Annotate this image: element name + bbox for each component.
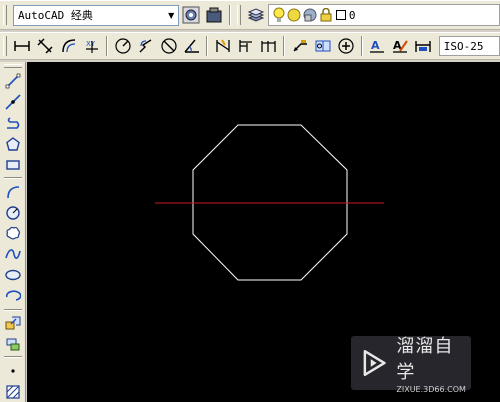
rectangle-icon[interactable] — [2, 155, 24, 174]
dimension-toolbar: XY A A ISO-25 — [0, 32, 500, 60]
center-mark-icon[interactable] — [336, 35, 357, 57]
polygon-icon[interactable] — [2, 135, 24, 154]
layer-color-icon[interactable] — [303, 8, 317, 22]
toolbar-separator — [106, 36, 109, 56]
ordinate-dim-icon[interactable]: XY — [81, 35, 102, 57]
spline-icon[interactable] — [2, 245, 24, 264]
workspace-settings-icon[interactable] — [180, 4, 201, 26]
draw-toolbar — [0, 62, 26, 402]
line-icon[interactable] — [2, 72, 24, 91]
quick-dim-icon[interactable] — [212, 35, 233, 57]
workspace-dropdown[interactable]: AutoCAD 经典 ▼ — [12, 4, 180, 26]
layer-name: 0 — [348, 8, 356, 22]
layer-on-icon[interactable] — [273, 7, 285, 23]
toolbar-separator — [3, 177, 22, 180]
toolbar-separator — [3, 356, 22, 359]
watermark: 溜溜自学 ZIXUE.3D66.COM — [351, 336, 471, 394]
ellipse-icon[interactable] — [2, 266, 24, 285]
layer-freeze-icon[interactable] — [287, 8, 301, 22]
play-logo-icon — [363, 349, 386, 377]
tolerance-icon[interactable] — [312, 35, 333, 57]
watermark-title: 溜溜自学 — [396, 336, 454, 383]
hatch-icon[interactable] — [2, 382, 24, 401]
continue-dim-icon[interactable] — [258, 35, 279, 57]
make-block-icon[interactable] — [2, 334, 24, 353]
toolbar-grip[interactable] — [3, 64, 22, 68]
jogged-dim-icon[interactable] — [135, 35, 156, 57]
workspace-toolbar: AutoCAD 经典 ▼ 0 — [0, 0, 500, 30]
svg-text:XY: XY — [86, 40, 96, 48]
layer-lock-icon[interactable] — [319, 8, 333, 22]
chevron-down-icon[interactable]: ▼ — [164, 6, 178, 25]
angular-dim-icon[interactable] — [181, 35, 202, 57]
circle-icon[interactable] — [2, 203, 24, 222]
radius-dim-icon[interactable] — [112, 35, 133, 57]
linear-dim-icon[interactable] — [12, 35, 33, 57]
svg-text:A: A — [371, 39, 380, 52]
arc-length-dim-icon[interactable] — [58, 35, 79, 57]
toolbar-grip[interactable] — [3, 36, 7, 56]
watermark-url: ZIXUE.3D66.COM — [396, 385, 466, 394]
layer-dropdown[interactable]: 0 — [267, 4, 500, 26]
insert-block-icon[interactable] — [2, 314, 24, 333]
dim-style-dropdown[interactable]: ISO-25 — [438, 36, 500, 56]
quick-leader-icon[interactable] — [289, 35, 310, 57]
toolbar-grip[interactable] — [236, 5, 241, 25]
toolbar-grip[interactable] — [3, 5, 7, 25]
polyline-icon[interactable] — [2, 114, 24, 133]
my-workspace-icon[interactable] — [203, 4, 224, 26]
toolbar-separator — [228, 5, 231, 25]
toolbar-separator — [3, 308, 22, 311]
construction-line-icon[interactable] — [2, 93, 24, 112]
aligned-dim-icon[interactable] — [35, 35, 56, 57]
dim-edit-icon[interactable]: A — [367, 35, 388, 57]
dim-text-edit-icon[interactable]: A — [390, 35, 411, 57]
toolbar-separator — [360, 36, 363, 56]
arc-icon[interactable] — [2, 182, 24, 201]
toolbar-separator — [283, 36, 286, 56]
autocad-window: AutoCAD 经典 ▼ 0 XY A A ISO-25 溜溜自学 ZIXUE.… — [0, 0, 500, 402]
revision-cloud-icon[interactable] — [2, 224, 24, 243]
diameter-dim-icon[interactable] — [158, 35, 179, 57]
workspace-value: AutoCAD 经典 — [17, 9, 93, 22]
point-icon[interactable] — [2, 361, 24, 380]
dim-style-value: ISO-25 — [443, 39, 484, 53]
layer-manager-icon[interactable] — [246, 4, 267, 26]
baseline-dim-icon[interactable] — [235, 35, 256, 57]
ellipse-arc-icon[interactable] — [2, 287, 24, 306]
layer-swatch-icon — [335, 10, 346, 20]
dim-update-icon[interactable] — [413, 35, 434, 57]
toolbar-separator — [206, 36, 209, 56]
